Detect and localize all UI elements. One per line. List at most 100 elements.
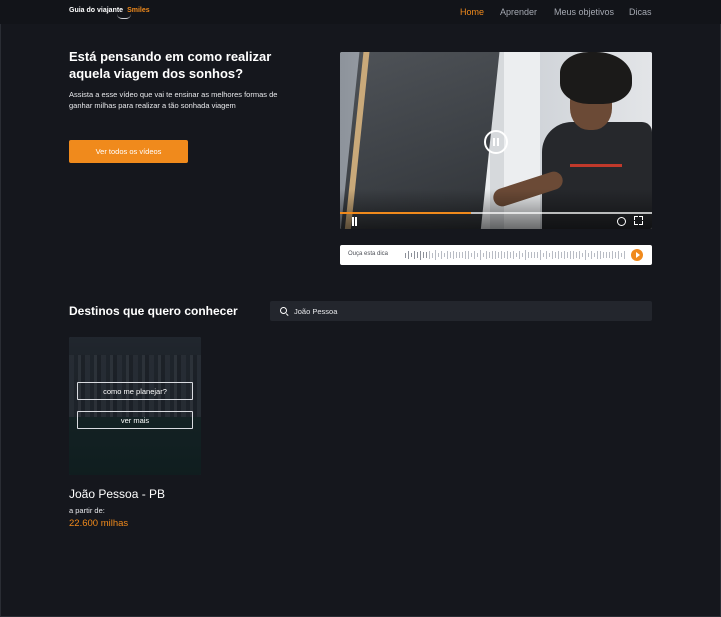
waveform-bar (489, 252, 490, 258)
waveform-bar (477, 253, 478, 257)
fullscreen-corner (634, 221, 638, 225)
video-controls-shade (340, 189, 652, 229)
waveform-bar (582, 252, 583, 258)
waveform-bar (597, 251, 598, 259)
waveform-bar (405, 252, 406, 258)
play-icon[interactable] (631, 249, 643, 261)
nav-link-meus-objetivos[interactable]: Meus objetivos (554, 7, 614, 17)
destinations-title: Destinos que quero conhecer (69, 304, 238, 318)
waveform-bar (585, 250, 586, 260)
logo-brand: Smiles (127, 7, 150, 14)
waveform-bar (591, 251, 592, 259)
clock-icon[interactable] (617, 217, 626, 226)
video-person-stripe (570, 164, 622, 167)
waveform-bar (426, 251, 427, 259)
waveform-bar (495, 250, 496, 260)
destination-price: 22.600 milhas (69, 518, 129, 529)
card-overlay (69, 337, 201, 475)
waveform-bar (510, 252, 511, 258)
hero-subtitle: Assista a esse vídeo que vai te ensinar … (69, 90, 278, 110)
waveform-bar (588, 253, 589, 257)
waveform-bar (471, 252, 472, 258)
hero-title: Está pensando em como realizar aquela vi… (69, 49, 272, 81)
destination-search-bar[interactable] (270, 301, 652, 321)
waveform-bar (420, 250, 421, 260)
waveform-bar (516, 253, 517, 257)
waveform-bar (606, 251, 607, 259)
waveform-bar (417, 252, 418, 258)
waveform-bar (429, 251, 430, 259)
waveform-bar (525, 250, 526, 260)
waveform-bar (480, 250, 481, 260)
waveform-bar (573, 251, 574, 259)
waveform-bar (609, 252, 610, 258)
nav-link-home[interactable]: Home (460, 7, 484, 17)
waveform-bar (438, 253, 439, 257)
waveform-bar (549, 253, 550, 257)
waveform-bar (528, 252, 529, 258)
pause-circle-icon[interactable] (484, 130, 508, 154)
waveform-bar (456, 252, 457, 258)
waveform-bar (465, 251, 466, 259)
logo-text: Guia do viajante (69, 7, 124, 14)
pause-icon[interactable] (350, 217, 359, 226)
waveform-bar (441, 251, 442, 259)
destination-name: João Pessoa - PB (69, 487, 166, 501)
waveform-bar (468, 251, 469, 259)
waveform-bar (564, 251, 565, 259)
waveform-bar (450, 251, 451, 259)
fullscreen-icon[interactable] (634, 216, 643, 225)
waveform-bar (513, 251, 514, 259)
waveform-bar (546, 251, 547, 259)
waveform-bar (552, 251, 553, 259)
waveform-bar (603, 251, 604, 259)
audio-tip-label: Ouça esta dica (348, 251, 389, 257)
video-player[interactable] (340, 52, 652, 229)
waveform-bar (537, 252, 538, 258)
video-progress-fill (340, 212, 472, 214)
waveform-bar (555, 252, 556, 258)
waveform-bar (486, 251, 487, 259)
destination-card[interactable]: como me planejar? ver mais (69, 337, 201, 475)
waveform-bar (534, 251, 535, 259)
waveform-bar (579, 251, 580, 259)
waveform-bar (558, 251, 559, 259)
view-all-videos-button[interactable]: Ver todos os vídeos (69, 140, 188, 163)
logo[interactable]: Guia do viajante Smiles (69, 7, 150, 14)
search-icon (280, 307, 287, 314)
top-navbar: Guia do viajante Smiles Home Aprender Meu… (0, 0, 721, 24)
waveform-bar (543, 252, 544, 258)
waveform-bar (570, 250, 571, 260)
video-progress-bar[interactable] (340, 212, 652, 214)
logo-arc-icon (117, 14, 131, 19)
waveform-bar (432, 252, 433, 258)
waveform-bar (498, 251, 499, 259)
audio-tip-player[interactable]: Ouça esta dica (340, 245, 652, 265)
waveform-bar (444, 253, 445, 257)
waveform-bar (612, 251, 613, 259)
fullscreen-corner (639, 216, 643, 220)
waveform-bar (615, 251, 616, 259)
nav-link-aprender[interactable]: Aprender (500, 7, 537, 17)
see-more-button[interactable]: ver mais (77, 411, 193, 429)
waveform-bar (459, 251, 460, 259)
waveform-bar (519, 251, 520, 259)
waveform-bar (621, 253, 622, 257)
waveform-bar (462, 251, 463, 259)
waveform-bar (435, 250, 436, 260)
waveform-bar (474, 251, 475, 259)
waveform-bar (504, 252, 505, 258)
waveform-bar (507, 251, 508, 259)
waveform-bar (618, 251, 619, 259)
waveform-bar (408, 251, 409, 259)
waveform-bar (531, 251, 532, 259)
nav-link-dicas[interactable]: Dicas (629, 7, 652, 17)
waveform-bar (483, 252, 484, 258)
waveform-bar (414, 251, 415, 259)
video-person-hair (560, 52, 632, 104)
waveform-bar (501, 251, 502, 259)
fullscreen-corner (639, 221, 643, 225)
audio-waveform[interactable] (405, 249, 627, 261)
how-to-plan-button[interactable]: como me planejar? (77, 382, 193, 400)
destination-search-input[interactable] (294, 304, 634, 318)
